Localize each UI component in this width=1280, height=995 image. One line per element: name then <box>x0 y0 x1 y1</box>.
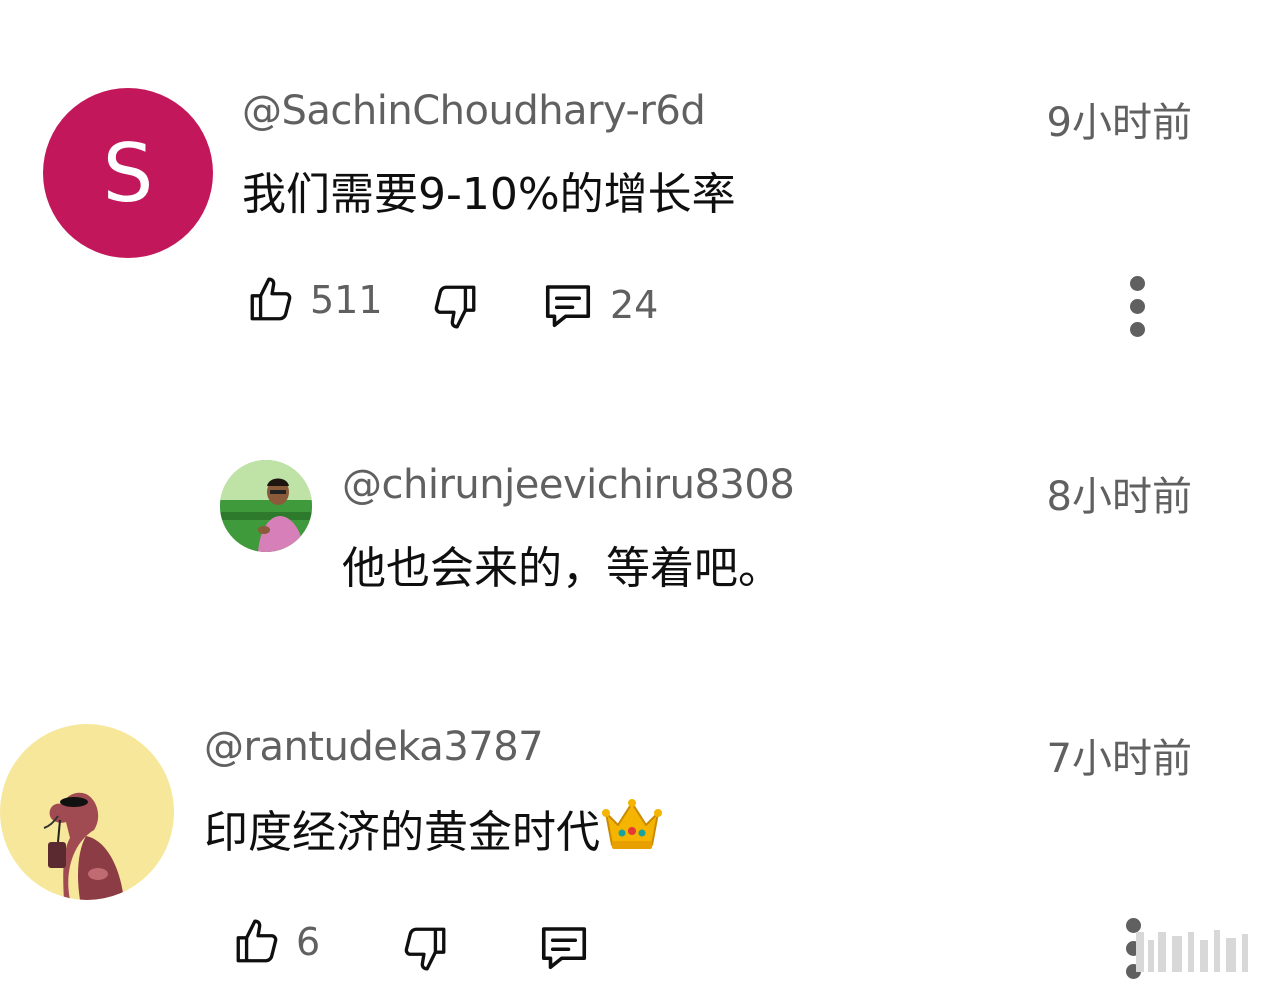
reply-comment: @chirunjeevichiru8308 8小时前 他也会来的，等着吧。 <box>0 440 1280 640</box>
more-vertical-icon[interactable] <box>1122 276 1152 337</box>
comment-timestamp: 9小时前 <box>1046 100 1192 146</box>
like-count: 511 <box>310 278 383 322</box>
comment-thread: @rantudeka3787 7小时前 印度经济的黄金时代 6 <box>0 700 1280 995</box>
comment-thread: S @SachinChoudhary-r6d 9小时前 我们需要9-10%的增长… <box>0 0 1280 360</box>
reply-comment-icon <box>541 927 587 970</box>
comment-author[interactable]: @chirunjeevichiru8308 <box>342 462 795 508</box>
avatar-illustration <box>43 792 124 900</box>
reply-count: 24 <box>610 283 659 327</box>
avatar-letter: S <box>102 126 154 220</box>
comment-text-content: 印度经济的黄金时代 <box>204 807 600 858</box>
comment-text: 我们需要9-10%的增长率 <box>242 169 736 220</box>
like-count: 6 <box>296 920 321 964</box>
like-button[interactable]: 6 <box>232 916 320 968</box>
reply-comment-icon <box>545 285 591 328</box>
avatar[interactable] <box>0 724 174 900</box>
comment-author[interactable]: @SachinChoudhary-r6d <box>242 88 706 134</box>
dislike-button[interactable] <box>430 280 480 332</box>
watermark-artifact <box>1136 930 1248 972</box>
avatar[interactable] <box>220 460 312 552</box>
comment-text: 印度经济的黄金时代 <box>204 796 662 862</box>
crown-emoji-icon <box>602 797 662 862</box>
thumbs-down-icon <box>434 285 476 329</box>
dislike-button[interactable] <box>400 922 450 974</box>
avatar-photo <box>220 460 312 552</box>
thumbs-up-icon <box>250 277 292 321</box>
comment-timestamp: 8小时前 <box>1046 474 1192 520</box>
thumbs-up-icon <box>236 919 278 963</box>
avatar[interactable]: S <box>43 88 213 258</box>
comment-text: 他也会来的，等着吧。 <box>342 543 782 594</box>
reply-button[interactable]: 24 <box>540 278 658 332</box>
comment-timestamp: 7小时前 <box>1046 736 1192 782</box>
like-button[interactable]: 511 <box>246 274 383 326</box>
comment-author[interactable]: @rantudeka3787 <box>204 724 544 770</box>
reply-button[interactable] <box>536 920 592 974</box>
thumbs-down-icon <box>404 927 446 971</box>
